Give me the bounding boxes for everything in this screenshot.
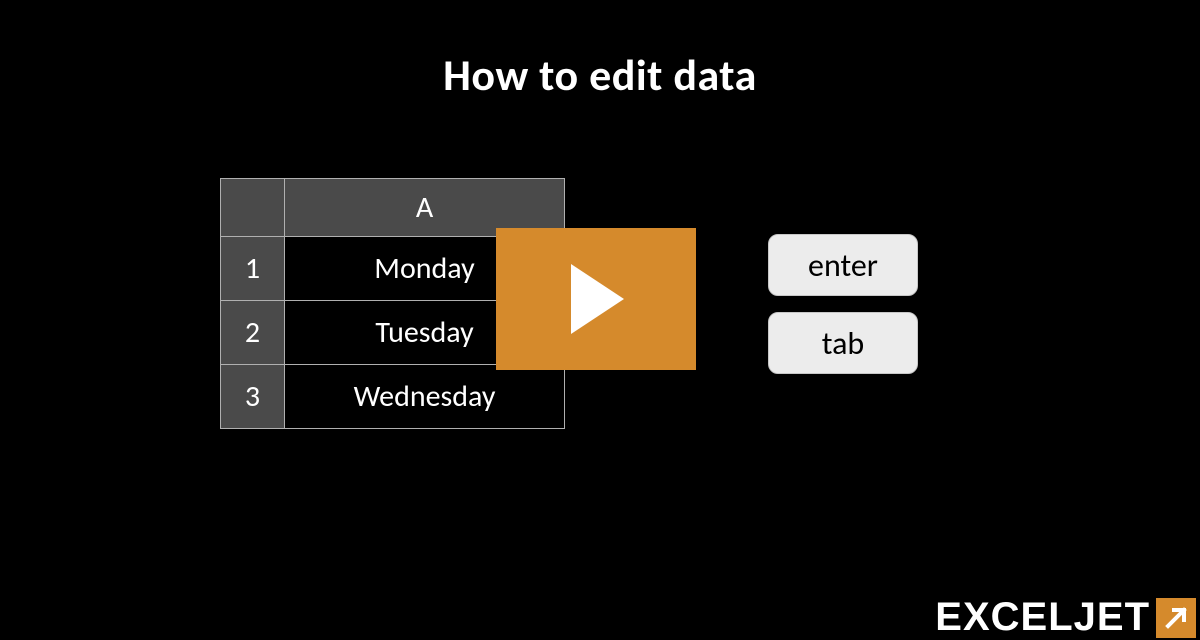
row-header-3: 3 bbox=[221, 365, 285, 429]
logo-arrow-icon bbox=[1156, 598, 1196, 638]
logo-text: EXCELJET bbox=[935, 595, 1150, 640]
tab-key: tab bbox=[768, 312, 918, 374]
row-header-1: 1 bbox=[221, 237, 285, 301]
corner-cell bbox=[221, 179, 285, 237]
page-title: How to edit data bbox=[0, 0, 1200, 102]
cell-a3: Wednesday bbox=[285, 365, 565, 429]
row-header-2: 2 bbox=[221, 301, 285, 365]
enter-key: enter bbox=[768, 234, 918, 296]
play-button[interactable] bbox=[496, 228, 696, 370]
brand-logo: EXCELJET bbox=[935, 595, 1196, 640]
play-icon bbox=[566, 264, 626, 334]
keyboard-keys: enter tab bbox=[768, 234, 918, 374]
